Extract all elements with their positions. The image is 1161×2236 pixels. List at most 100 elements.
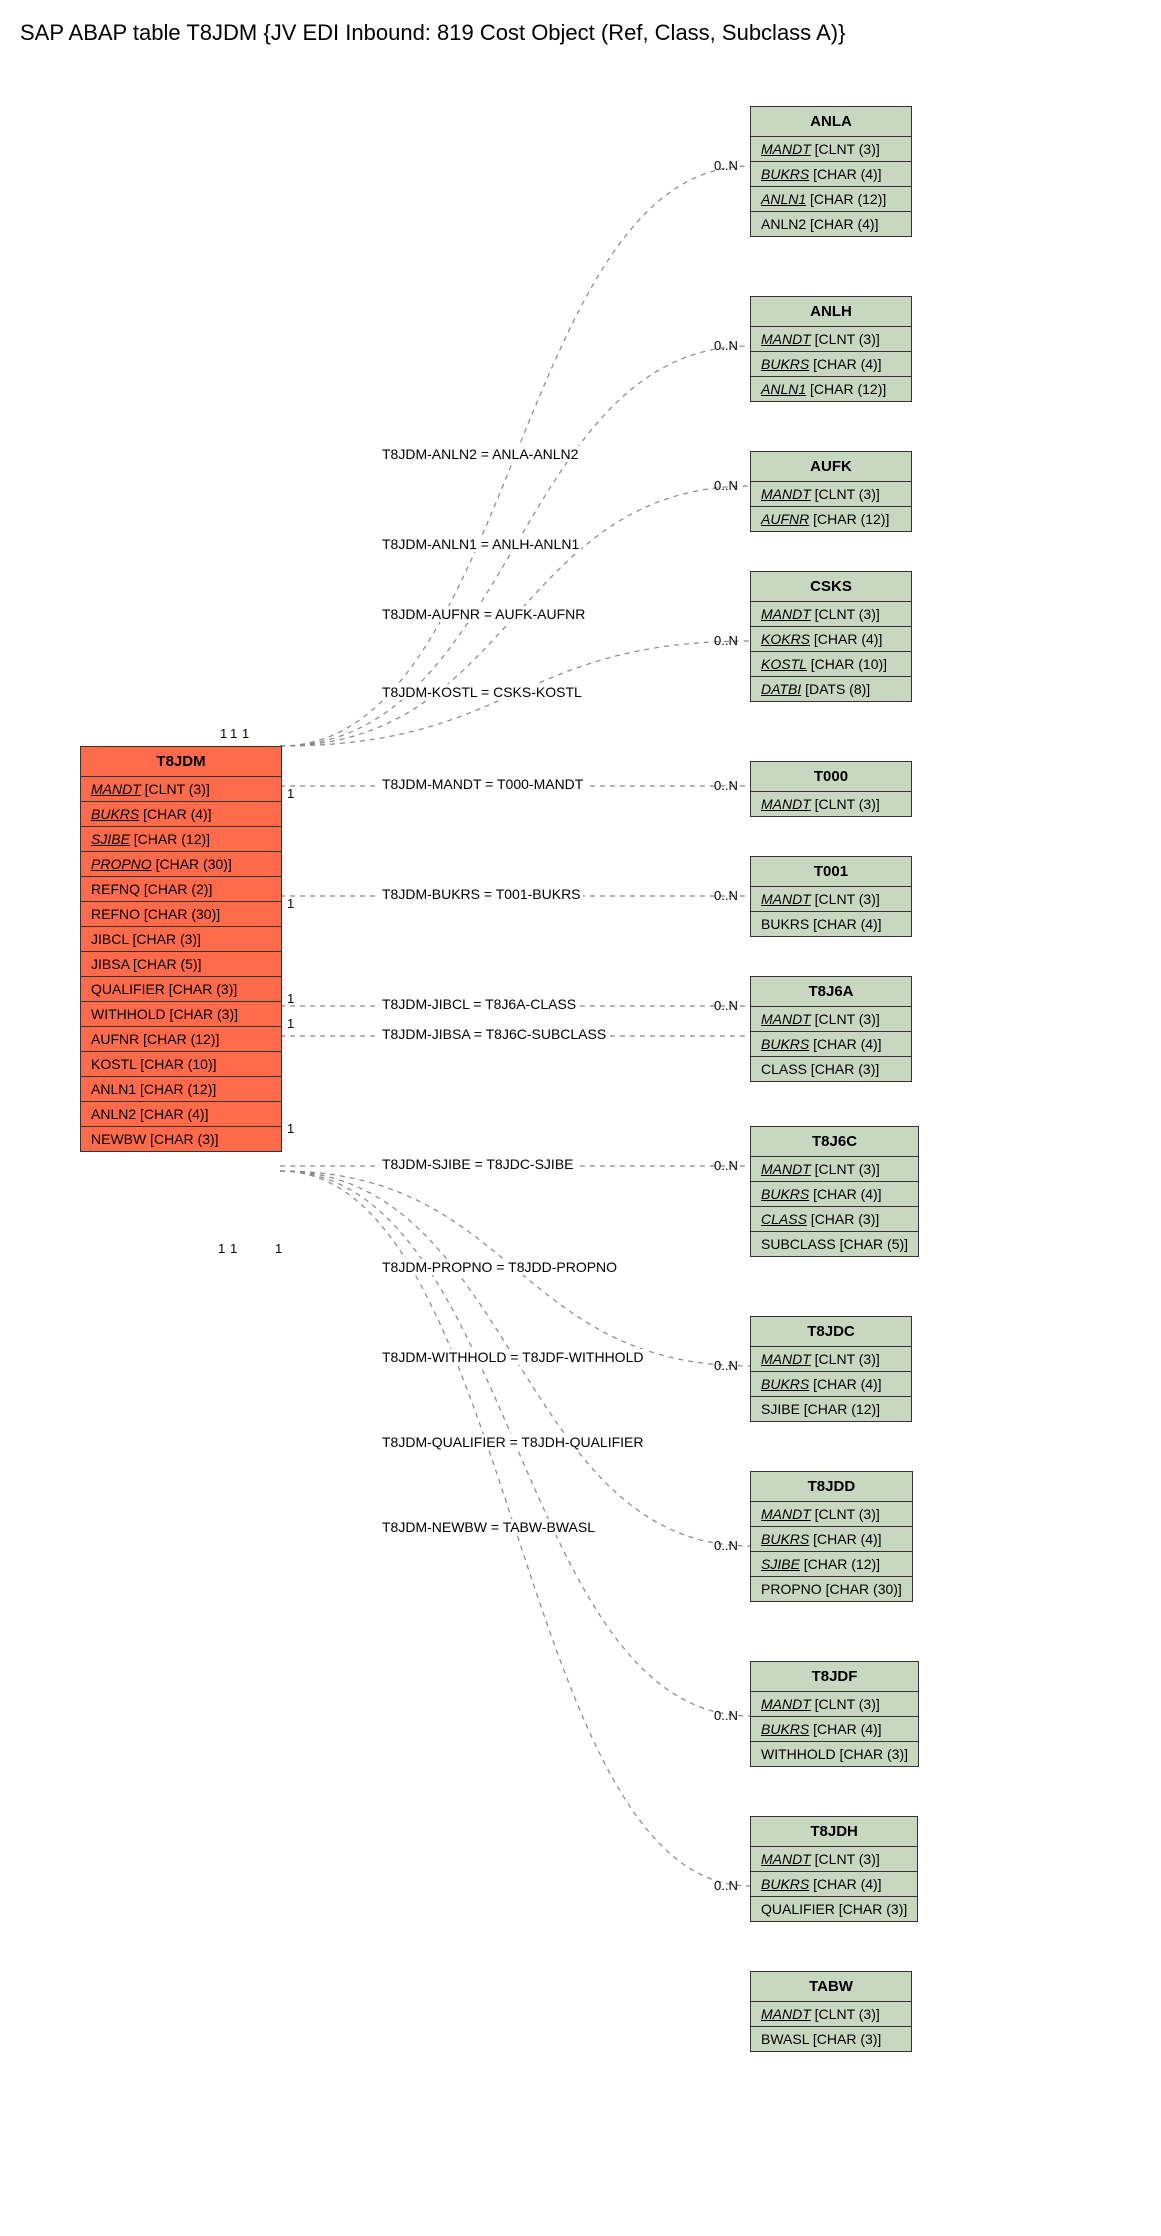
cardinality-label: 1 xyxy=(218,1241,225,1256)
cardinality-label: 1 xyxy=(220,726,227,741)
entity-field: ANLN1 [CHAR (12)] xyxy=(751,187,911,212)
entity-field: MANDT [CLNT (3)] xyxy=(81,777,281,802)
cardinality-label: 1 xyxy=(287,896,294,911)
cardinality-label: 0..N xyxy=(714,633,738,648)
entity-field: PROPNO [CHAR (30)] xyxy=(751,1577,912,1601)
entity-header: T8J6C xyxy=(751,1127,918,1157)
entity-field: PROPNO [CHAR (30)] xyxy=(81,852,281,877)
entity-t8jdd: T8JDDMANDT [CLNT (3)]BUKRS [CHAR (4)]SJI… xyxy=(750,1471,913,1602)
entity-field: MANDT [CLNT (3)] xyxy=(751,792,911,816)
entity-field: WITHHOLD [CHAR (3)] xyxy=(81,1002,281,1027)
cardinality-label: 0..N xyxy=(714,888,738,903)
relationship-label: T8JDM-MANDT = T000-MANDT xyxy=(380,776,585,792)
cardinality-label: 0..N xyxy=(714,998,738,1013)
entity-field: SUBCLASS [CHAR (5)] xyxy=(751,1232,918,1256)
relationship-label: T8JDM-KOSTL = CSKS-KOSTL xyxy=(380,684,584,700)
cardinality-label: 1 xyxy=(230,1241,237,1256)
entity-anla: ANLAMANDT [CLNT (3)]BUKRS [CHAR (4)]ANLN… xyxy=(750,106,912,237)
cardinality-label: 0..N xyxy=(714,158,738,173)
entity-field: WITHHOLD [CHAR (3)] xyxy=(751,1742,918,1766)
entity-field: MANDT [CLNT (3)] xyxy=(751,1692,918,1717)
entity-t8jdf: T8JDFMANDT [CLNT (3)]BUKRS [CHAR (4)]WIT… xyxy=(750,1661,919,1767)
cardinality-label: 0..N xyxy=(714,338,738,353)
entity-field: BUKRS [CHAR (4)] xyxy=(751,352,911,377)
entity-field: MANDT [CLNT (3)] xyxy=(751,2002,911,2027)
entity-t8j6c: T8J6CMANDT [CLNT (3)]BUKRS [CHAR (4)]CLA… xyxy=(750,1126,919,1257)
entity-field: BUKRS [CHAR (4)] xyxy=(751,1717,918,1742)
entity-field: MANDT [CLNT (3)] xyxy=(751,887,911,912)
entity-field: BWASL [CHAR (3)] xyxy=(751,2027,911,2051)
entity-field: QUALIFIER [CHAR (3)] xyxy=(81,977,281,1002)
cardinality-label: 0..N xyxy=(714,1358,738,1373)
entity-t000: T000MANDT [CLNT (3)] xyxy=(750,761,912,817)
entity-t8j6a: T8J6AMANDT [CLNT (3)]BUKRS [CHAR (4)]CLA… xyxy=(750,976,912,1082)
cardinality-label: 1 xyxy=(287,786,294,801)
entity-field: KOSTL [CHAR (10)] xyxy=(751,652,911,677)
cardinality-label: 0..N xyxy=(714,778,738,793)
relationship-label: T8JDM-NEWBW = TABW-BWASL xyxy=(380,1519,597,1535)
cardinality-label: 1 xyxy=(242,726,249,741)
entity-field: MANDT [CLNT (3)] xyxy=(751,1847,917,1872)
entity-header: T8JDH xyxy=(751,1817,917,1847)
entity-anlh: ANLHMANDT [CLNT (3)]BUKRS [CHAR (4)]ANLN… xyxy=(750,296,912,402)
entity-field: KOSTL [CHAR (10)] xyxy=(81,1052,281,1077)
relationship-label: T8JDM-WITHHOLD = T8JDF-WITHHOLD xyxy=(380,1349,645,1365)
entity-field: ANLN2 [CHAR (4)] xyxy=(81,1102,281,1127)
entity-header: T8JDF xyxy=(751,1662,918,1692)
entity-field: CLASS [CHAR (3)] xyxy=(751,1207,918,1232)
entity-t8jdm: T8JDMMANDT [CLNT (3)]BUKRS [CHAR (4)]SJI… xyxy=(80,746,282,1152)
relationship-label: T8JDM-QUALIFIER = T8JDH-QUALIFIER xyxy=(380,1434,646,1450)
entity-header: T8JDD xyxy=(751,1472,912,1502)
entity-field: AUFNR [CHAR (12)] xyxy=(751,507,911,531)
relationship-label: T8JDM-BUKRS = T001-BUKRS xyxy=(380,886,583,902)
entity-field: REFNO [CHAR (30)] xyxy=(81,902,281,927)
entity-field: BUKRS [CHAR (4)] xyxy=(751,912,911,936)
page-title: SAP ABAP table T8JDM {JV EDI Inbound: 81… xyxy=(20,20,1141,46)
entity-aufk: AUFKMANDT [CLNT (3)]AUFNR [CHAR (12)] xyxy=(750,451,912,532)
entity-header: T000 xyxy=(751,762,911,792)
entity-field: BUKRS [CHAR (4)] xyxy=(751,1372,911,1397)
cardinality-label: 1 xyxy=(275,1241,282,1256)
entity-field: MANDT [CLNT (3)] xyxy=(751,137,911,162)
entity-header: CSKS xyxy=(751,572,911,602)
entity-field: ANLN2 [CHAR (4)] xyxy=(751,212,911,236)
relationship-label: T8JDM-PROPNO = T8JDD-PROPNO xyxy=(380,1259,619,1275)
entity-tabw: TABWMANDT [CLNT (3)]BWASL [CHAR (3)] xyxy=(750,1971,912,2052)
entity-field: MANDT [CLNT (3)] xyxy=(751,1157,918,1182)
entity-field: BUKRS [CHAR (4)] xyxy=(751,1182,918,1207)
entity-field: BUKRS [CHAR (4)] xyxy=(81,802,281,827)
entity-field: SJIBE [CHAR (12)] xyxy=(751,1552,912,1577)
relationship-label: T8JDM-SJIBE = T8JDC-SJIBE xyxy=(380,1156,576,1172)
entity-field: BUKRS [CHAR (4)] xyxy=(751,162,911,187)
cardinality-label: 1 xyxy=(287,991,294,1006)
entity-header: TABW xyxy=(751,1972,911,2002)
cardinality-label: 0..N xyxy=(714,1158,738,1173)
relationship-label: T8JDM-ANLN2 = ANLA-ANLN2 xyxy=(380,446,580,462)
entity-header: T001 xyxy=(751,857,911,887)
entity-field: JIBCL [CHAR (3)] xyxy=(81,927,281,952)
entity-field: MANDT [CLNT (3)] xyxy=(751,1502,912,1527)
entity-field: ANLN1 [CHAR (12)] xyxy=(751,377,911,401)
entity-field: MANDT [CLNT (3)] xyxy=(751,327,911,352)
entity-header: ANLH xyxy=(751,297,911,327)
entity-header: ANLA xyxy=(751,107,911,137)
cardinality-label: 1 xyxy=(287,1016,294,1031)
relationship-label: T8JDM-AUFNR = AUFK-AUFNR xyxy=(380,606,587,622)
entity-field: ANLN1 [CHAR (12)] xyxy=(81,1077,281,1102)
entity-field: MANDT [CLNT (3)] xyxy=(751,1007,911,1032)
cardinality-label: 0..N xyxy=(714,478,738,493)
relationship-label: T8JDM-JIBSA = T8J6C-SUBCLASS xyxy=(380,1026,608,1042)
entity-field: REFNQ [CHAR (2)] xyxy=(81,877,281,902)
cardinality-label: 0..N xyxy=(714,1878,738,1893)
entity-header: T8JDC xyxy=(751,1317,911,1347)
entity-field: SJIBE [CHAR (12)] xyxy=(751,1397,911,1421)
entity-field: BUKRS [CHAR (4)] xyxy=(751,1032,911,1057)
cardinality-label: 0..N xyxy=(714,1538,738,1553)
entity-field: NEWBW [CHAR (3)] xyxy=(81,1127,281,1151)
entity-field: BUKRS [CHAR (4)] xyxy=(751,1527,912,1552)
relationship-label: T8JDM-ANLN1 = ANLH-ANLN1 xyxy=(380,536,581,552)
relationship-label: T8JDM-JIBCL = T8J6A-CLASS xyxy=(380,996,578,1012)
entity-field: SJIBE [CHAR (12)] xyxy=(81,827,281,852)
er-diagram: T8JDMMANDT [CLNT (3)]BUKRS [CHAR (4)]SJI… xyxy=(20,66,1141,2216)
entity-header: T8J6A xyxy=(751,977,911,1007)
